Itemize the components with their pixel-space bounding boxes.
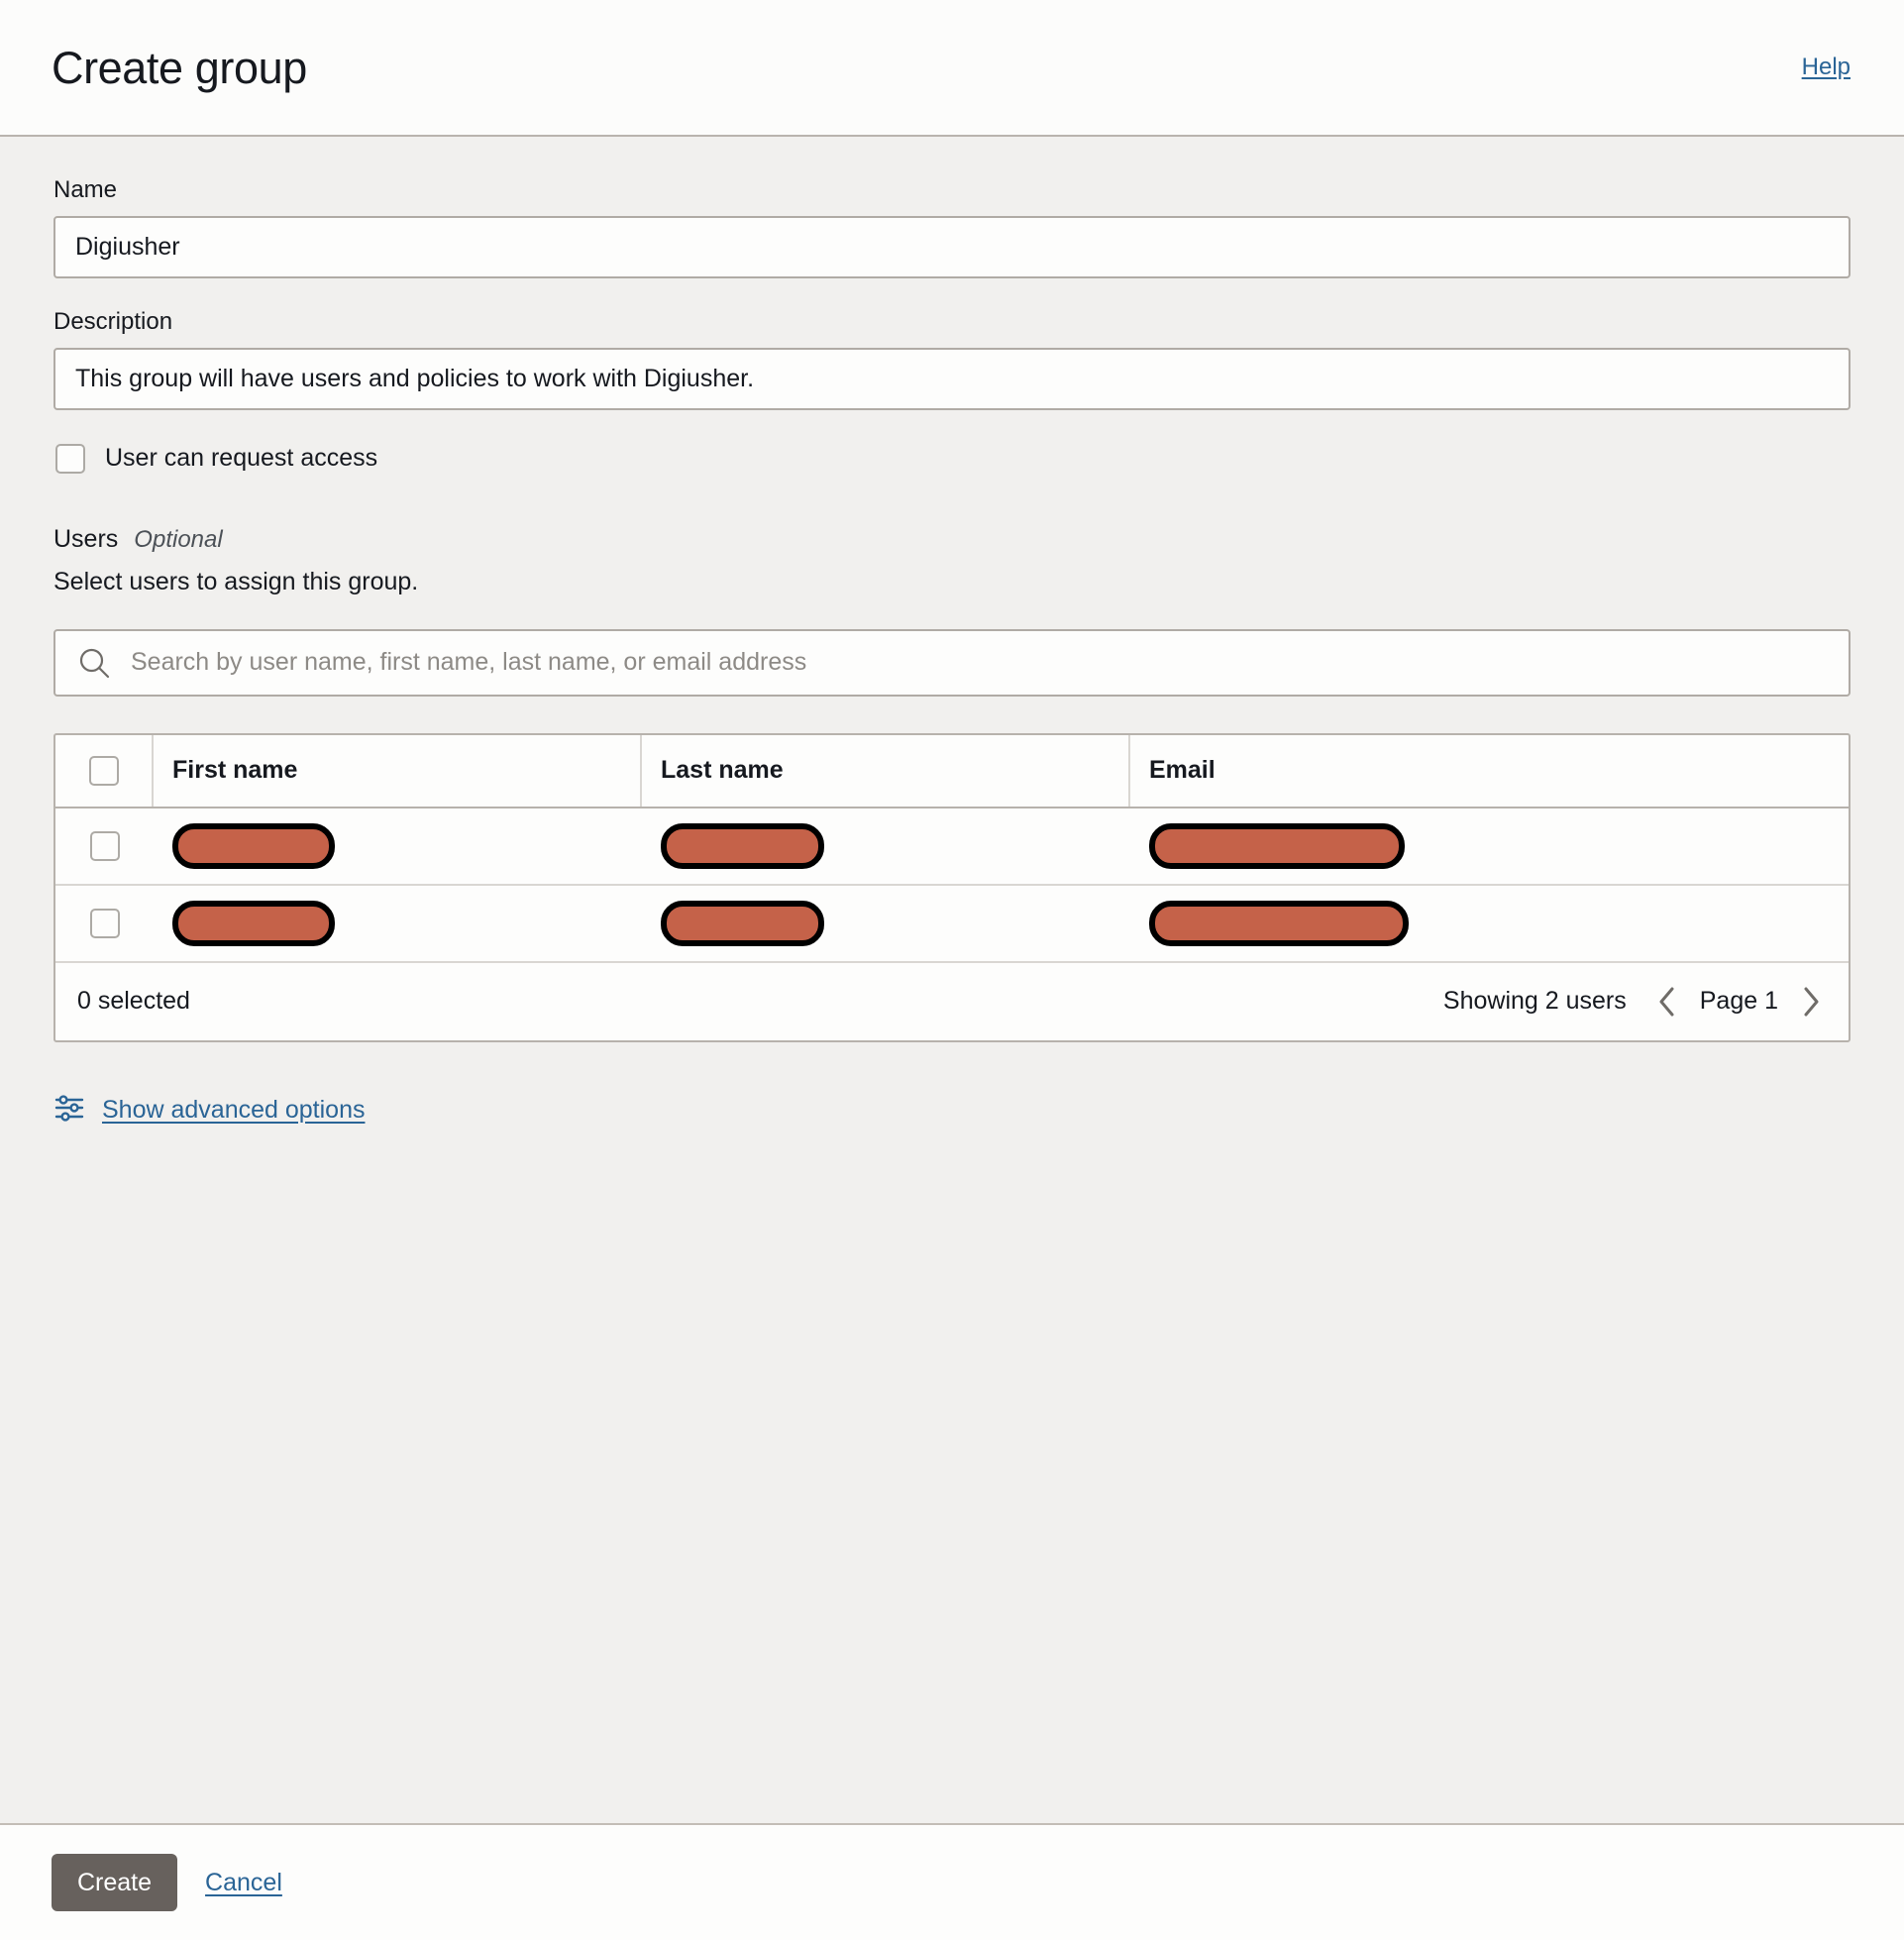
users-subtitle: Select users to assign this group.: [53, 567, 419, 595]
page-header: Create group Help: [0, 0, 1904, 137]
cell-last-name: [642, 808, 1130, 884]
redacted-value: [661, 822, 824, 869]
search-input[interactable]: Search by user name, first name, last na…: [131, 648, 806, 677]
row-select-cell[interactable]: [55, 808, 154, 884]
request-access-checkbox[interactable]: [55, 443, 85, 474]
name-label: Name: [53, 176, 118, 203]
redacted-value: [172, 822, 335, 869]
chevron-left-icon[interactable]: [1654, 985, 1680, 1019]
row-checkbox[interactable]: [89, 830, 120, 861]
redacted-value: [1149, 900, 1409, 946]
redacted-value: [661, 900, 824, 946]
page-label: Page 1: [1699, 987, 1778, 1016]
table-footer: 0 selected Showing 2 users Page 1: [55, 963, 1849, 1040]
selected-count: 0 selected: [77, 987, 190, 1016]
row-select-cell[interactable]: [55, 886, 154, 961]
form-content: Name Digiusher Description This group wi…: [0, 137, 1904, 1823]
sliders-icon: [53, 1092, 85, 1129]
user-search-box[interactable]: Search by user name, first name, last na…: [53, 628, 1851, 697]
page-title: Create group: [52, 42, 307, 93]
table-row[interactable]: [55, 886, 1849, 963]
pagination: Page 1: [1654, 985, 1824, 1019]
table-row[interactable]: [55, 808, 1849, 886]
cell-last-name: [642, 886, 1130, 961]
cell-first-name: [154, 808, 642, 884]
table-header-row: First name Last name Email: [55, 734, 1849, 808]
name-input[interactable]: Digiusher: [53, 215, 1851, 278]
table-footer-right: Showing 2 users Page 1: [1443, 985, 1824, 1019]
users-table: First name Last name Email 0 selected Sh…: [53, 732, 1851, 1042]
help-link[interactable]: Help: [1802, 54, 1851, 81]
advanced-options-row[interactable]: Show advanced options: [53, 1092, 1851, 1129]
column-header-email[interactable]: Email: [1130, 735, 1849, 807]
description-input[interactable]: This group will have users and policies …: [53, 347, 1851, 410]
column-header-last-name[interactable]: Last name: [642, 734, 1130, 807]
cancel-button[interactable]: Cancel: [205, 1869, 282, 1897]
users-title: Users: [53, 524, 119, 553]
description-field-block: Description This group will have users a…: [53, 308, 1851, 410]
create-group-page: Create group Help Name Digiusher Descrip…: [0, 0, 1904, 1940]
description-label: Description: [53, 307, 173, 335]
name-field-block: Name Digiusher: [53, 176, 1851, 278]
select-all-cell[interactable]: [55, 734, 154, 807]
cell-first-name: [154, 886, 642, 961]
chevron-right-icon[interactable]: [1798, 985, 1824, 1019]
create-button[interactable]: Create: [52, 1854, 178, 1911]
row-checkbox[interactable]: [89, 908, 120, 938]
request-access-label: User can request access: [105, 444, 378, 473]
redacted-value: [172, 900, 335, 946]
redacted-value: [1149, 822, 1405, 869]
search-icon: [77, 646, 111, 680]
show-advanced-options-link[interactable]: Show advanced options: [102, 1096, 365, 1125]
cell-email: [1130, 886, 1849, 961]
page-footer: Create Cancel: [0, 1823, 1904, 1940]
request-access-row[interactable]: User can request access: [53, 443, 1851, 474]
users-section-header: Users Optional: [53, 525, 1851, 554]
users-optional-label: Optional: [134, 525, 223, 553]
column-header-first-name[interactable]: First name: [154, 734, 642, 807]
cell-email: [1130, 808, 1849, 884]
select-all-checkbox[interactable]: [88, 755, 119, 786]
showing-count: Showing 2 users: [1442, 987, 1627, 1016]
